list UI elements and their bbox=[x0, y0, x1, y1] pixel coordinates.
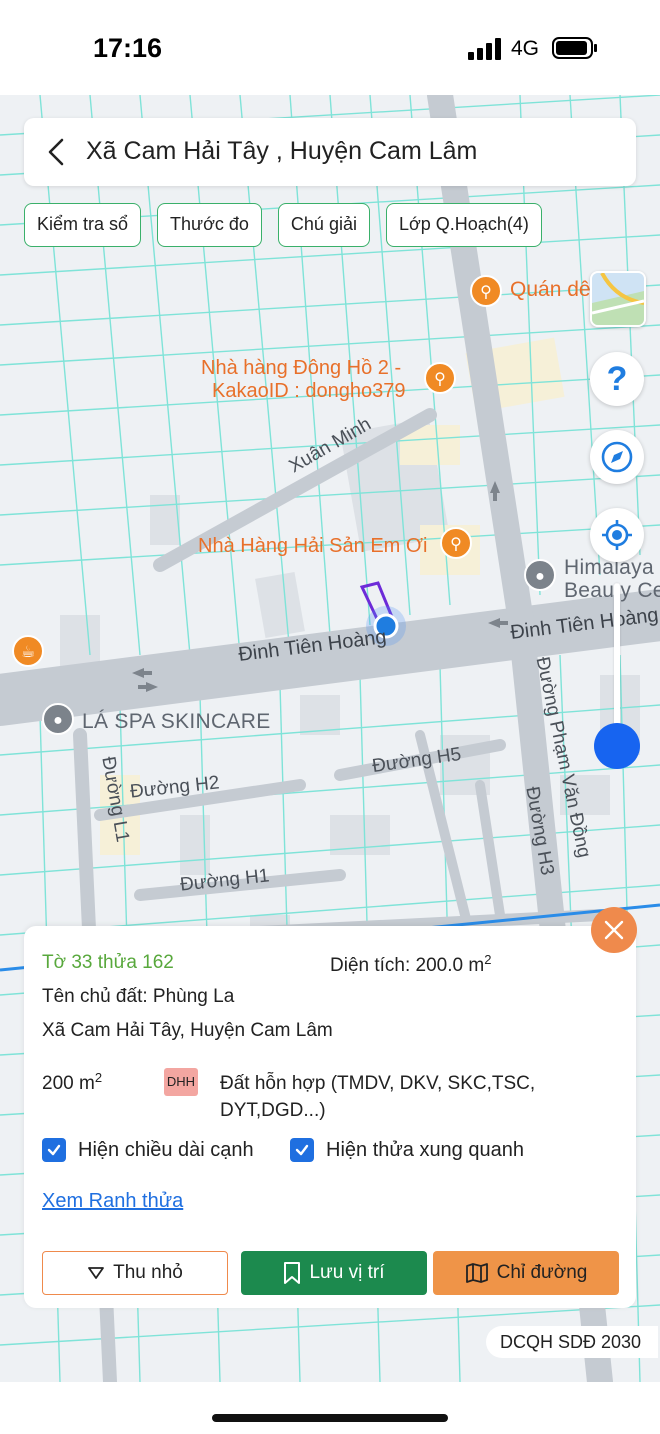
tool-chip-row: Kiểm tra sổ Thước đo Chú giải Lớp Q.Hoạc… bbox=[24, 203, 542, 247]
chip-ruler[interactable]: Thước đo bbox=[157, 203, 262, 247]
chip-legend[interactable]: Chú giải bbox=[277, 203, 370, 247]
view-boundary-link[interactable]: Xem Ranh thửa bbox=[42, 1190, 183, 1213]
close-icon bbox=[604, 920, 624, 940]
triangle-down-icon bbox=[88, 1267, 105, 1279]
planning-layer-label[interactable]: DCQH SDĐ 2030 bbox=[486, 1326, 658, 1358]
checkbox-checked-icon[interactable] bbox=[290, 1138, 314, 1162]
collapse-label: Thu nhỏ bbox=[113, 1262, 183, 1283]
poi-em-oi[interactable]: Nhà Hàng Hải Sản Em Ơi bbox=[198, 535, 427, 558]
spa-pin-icon[interactable]: ● bbox=[42, 703, 74, 735]
help-button[interactable]: ? bbox=[590, 352, 644, 406]
map-icon bbox=[465, 1263, 488, 1283]
cafe-pin-icon[interactable]: ☕ bbox=[12, 635, 44, 667]
chip-check-book[interactable]: Kiểm tra sổ bbox=[24, 203, 142, 247]
parcel-area-unit-sup: 2 bbox=[484, 952, 492, 967]
poi-dong-ho-line2[interactable]: KakaoID : dongho379 bbox=[212, 380, 406, 403]
toggle-neighbor-parcels[interactable]: Hiện thửa xung quanh bbox=[290, 1138, 524, 1162]
directions-label: Chỉ đường bbox=[496, 1262, 588, 1283]
compass-icon bbox=[601, 441, 633, 473]
poi-himalaya-line2[interactable]: Beauty Ce bbox=[564, 579, 660, 603]
parcel-area-value: Diện tích: 200.0 m bbox=[330, 955, 485, 976]
opacity-slider-thumb[interactable] bbox=[594, 723, 640, 769]
parcel-owner: Tên chủ đất: Phùng La bbox=[42, 986, 235, 1007]
landuse-code-badge: DHH bbox=[164, 1068, 198, 1096]
toggle-edge-length-label: Hiện chiều dài cạnh bbox=[78, 1138, 254, 1161]
parcel-address: Xã Cam Hải Tây, Huyện Cam Lâm bbox=[42, 1020, 333, 1041]
map-type-thumbnail[interactable] bbox=[590, 271, 646, 327]
status-time: 17:16 bbox=[93, 33, 163, 63]
restaurant-pin-icon[interactable]: ⚲ bbox=[424, 362, 456, 394]
battery-icon bbox=[552, 37, 597, 59]
chip-planning-layers[interactable]: Lớp Q.Hoạch(4) bbox=[385, 203, 542, 247]
location-header: Xã Cam Hải Tây , Huyện Cam Lâm bbox=[24, 118, 636, 186]
home-bar bbox=[0, 1382, 660, 1434]
my-location-button[interactable] bbox=[590, 508, 644, 562]
parcel-info-panel: Tờ 33 thửa 162 Diện tích: 200.0 m2 Tên c… bbox=[24, 926, 636, 1308]
directions-button[interactable]: Chỉ đường bbox=[433, 1251, 619, 1295]
poi-la-spa[interactable]: LÁ SPA SKINCARE bbox=[82, 710, 271, 734]
landuse-area: 200 m2 bbox=[42, 1070, 102, 1095]
landuse-area-unit-sup: 2 bbox=[94, 1070, 103, 1085]
toggle-edge-length[interactable]: Hiện chiều dài cạnh bbox=[42, 1138, 254, 1162]
home-indicator[interactable] bbox=[212, 1414, 448, 1422]
compass-button[interactable] bbox=[590, 430, 644, 484]
checkbox-checked-icon[interactable] bbox=[42, 1138, 66, 1162]
status-bar: 17:16 4G bbox=[0, 0, 660, 95]
restaurant-pin-icon[interactable]: ⚲ bbox=[440, 527, 472, 559]
save-location-button[interactable]: Lưu vị trí bbox=[241, 1251, 427, 1295]
poi-quan-de[interactable]: Quán dê bbox=[510, 278, 591, 302]
restaurant-pin-icon[interactable]: ⚲ bbox=[470, 275, 502, 307]
poi-dong-ho-line1[interactable]: Nhà hàng Đông Hồ 2 - bbox=[201, 357, 401, 380]
back-arrow-icon[interactable] bbox=[40, 134, 76, 170]
bookmark-icon bbox=[284, 1262, 301, 1284]
parcel-area: Diện tích: 200.0 m2 bbox=[330, 952, 491, 977]
page-title: Xã Cam Hải Tây , Huyện Cam Lâm bbox=[86, 137, 478, 165]
signal-icon bbox=[468, 38, 501, 60]
crosshair-icon bbox=[602, 520, 632, 550]
save-location-label: Lưu vị trí bbox=[309, 1262, 385, 1283]
beauty-pin-icon[interactable]: ● bbox=[524, 559, 556, 591]
toggle-neighbor-parcels-label: Hiện thửa xung quanh bbox=[326, 1138, 524, 1161]
network-label: 4G bbox=[511, 37, 540, 60]
help-icon: ? bbox=[606, 359, 628, 398]
close-panel-button[interactable] bbox=[591, 907, 637, 953]
landuse-area-value: 200 m bbox=[42, 1073, 95, 1094]
map-type-icon bbox=[592, 273, 644, 325]
collapse-button[interactable]: Thu nhỏ bbox=[42, 1251, 228, 1295]
parcel-id: Tờ 33 thửa 162 bbox=[42, 952, 174, 973]
landuse-description: Đất hỗn hợp (TMDV, DKV, SKC,TSC, DYT,DGD… bbox=[220, 1073, 536, 1121]
